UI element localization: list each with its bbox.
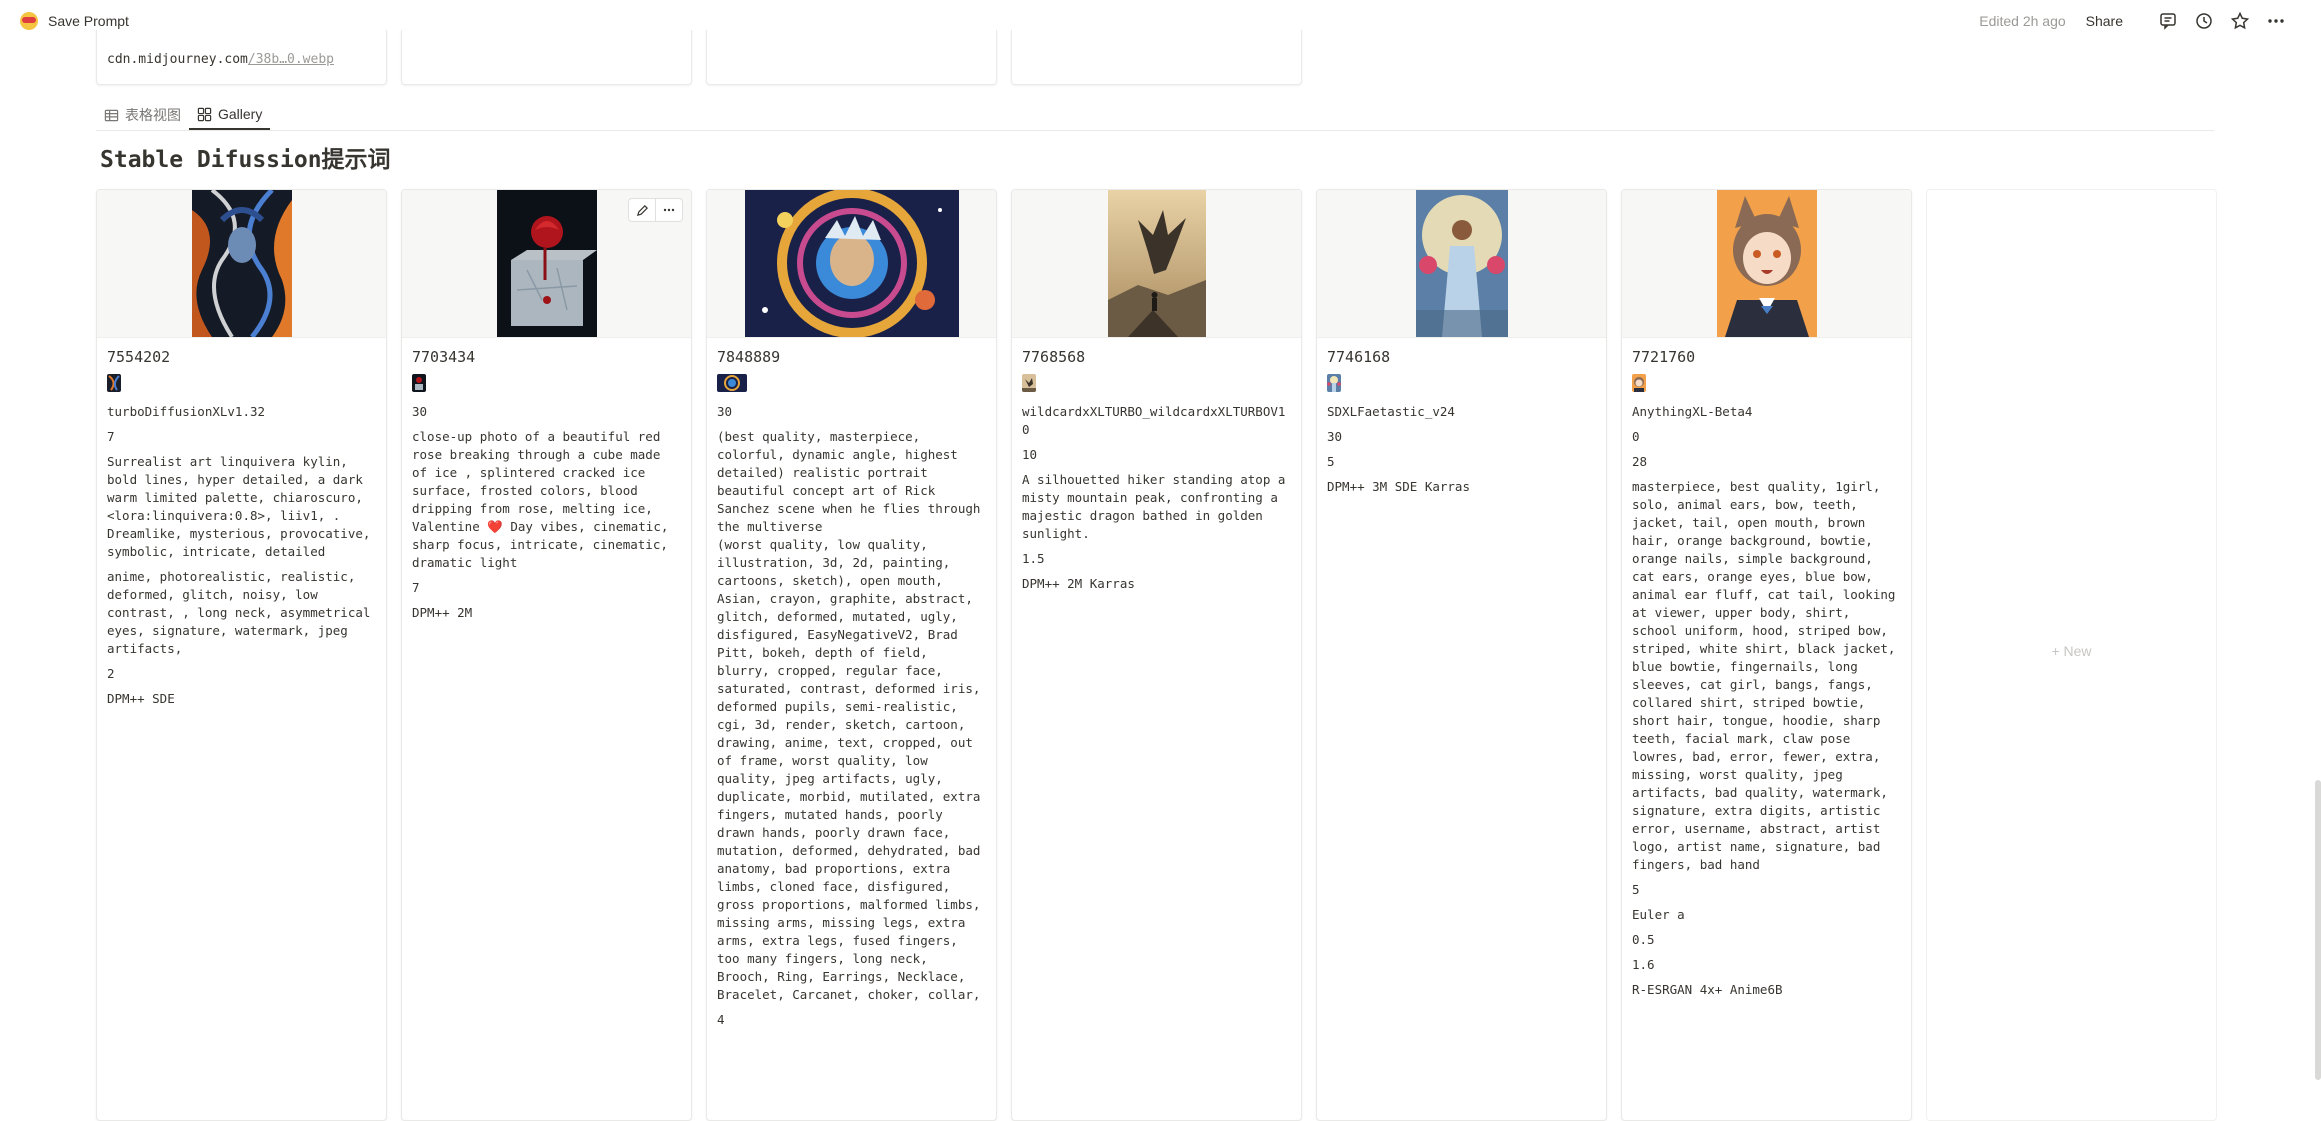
gallery-card[interactable]: 7554202 turboDiffusionXLv1.32 7 Surreali… xyxy=(96,189,387,1121)
comments-icon[interactable] xyxy=(2157,10,2179,32)
sampler-property: Euler a xyxy=(1632,907,1685,922)
model-property: wildcardxXLTURBO_wildcardxXLTURBOV10 xyxy=(1022,404,1286,437)
image-url[interactable]: cdn.midjourney.com/38b…0.webp xyxy=(107,52,334,67)
prompt-property: masterpiece, best quality, 1girl, solo, … xyxy=(1632,479,1903,746)
new-card-button[interactable]: + New xyxy=(1926,189,2217,1121)
card-cover xyxy=(1622,190,1911,338)
cover-image xyxy=(744,190,959,337)
card-title: 7721760 xyxy=(1632,348,1696,366)
page-breadcrumb[interactable]: Save Prompt xyxy=(20,12,129,30)
prompt-property: Surrealist art linquivera kylin, bold li… xyxy=(107,454,378,559)
card-cover xyxy=(1317,190,1606,338)
gallery-icon xyxy=(197,107,212,121)
cover-image xyxy=(191,190,292,337)
card-title: 7554202 xyxy=(107,348,171,366)
gallery-card[interactable]: 7768568 wildcardxXLTURBO_wildcardxXLTURB… xyxy=(1011,189,1302,1121)
vertical-scrollbar[interactable] xyxy=(2315,780,2321,1080)
steps-property: 10 xyxy=(1022,447,1038,462)
prompt-property: A silhouetted hiker standing atop a mist… xyxy=(1022,472,1293,541)
gallery-card[interactable]: 7848889 30 (best quality, masterpiece, c… xyxy=(706,189,997,1121)
steps-property: 2 xyxy=(107,666,115,681)
thumbnail-image[interactable] xyxy=(1022,374,1036,392)
model-property: SDXLFaetastic_v24 xyxy=(1327,404,1455,419)
thumbnail-image[interactable] xyxy=(412,374,426,392)
cover-image xyxy=(496,190,597,337)
cover-image xyxy=(1415,190,1508,337)
thumbnail-image[interactable] xyxy=(107,374,121,392)
cfg-property: 7 xyxy=(412,580,420,595)
cfg-property: 4 xyxy=(717,1012,725,1027)
tab-table-view[interactable]: 表格视图 xyxy=(96,100,189,130)
sampler-property: DPM++ SDE xyxy=(107,691,175,706)
card-title: 7848889 xyxy=(717,348,781,366)
edited-timestamp: Edited 2h ago xyxy=(1979,13,2066,29)
denoise-property: 0.5 xyxy=(1632,932,1655,947)
tab-label: Gallery xyxy=(218,106,263,122)
edit-pencil-icon[interactable] xyxy=(629,199,655,221)
page-emoji-icon xyxy=(20,12,38,30)
card-more-icon[interactable] xyxy=(655,199,682,221)
steps-property: 30 xyxy=(412,404,428,419)
tabs-divider xyxy=(96,130,2214,131)
sampler-property: DPM++ 2M xyxy=(412,605,473,620)
previous-gallery-card[interactable] xyxy=(401,30,692,85)
negative-prompt-property: lowres, bad, error, fewer, extra, missin… xyxy=(1632,749,1896,872)
clip-skip-property: 0 xyxy=(1632,429,1640,444)
database-title[interactable]: Stable Difussion提示词 xyxy=(100,140,391,174)
history-icon[interactable] xyxy=(2193,10,2215,32)
card-title: 7746168 xyxy=(1327,348,1391,366)
sampler-property: DPM++ 2M Karras xyxy=(1022,576,1135,591)
card-cover xyxy=(707,190,996,338)
steps-property: 28 xyxy=(1632,454,1648,469)
gallery-grid: 7554202 turboDiffusionXLv1.32 7 Surreali… xyxy=(96,189,2217,1121)
card-hover-actions xyxy=(628,198,683,222)
cover-image xyxy=(1716,190,1817,337)
card-title: 7703434 xyxy=(412,348,476,366)
card-title: 7768568 xyxy=(1022,348,1086,366)
model-property: turboDiffusionXLv1.32 xyxy=(107,404,266,419)
negative-prompt-property: anime, photorealistic, realistic, deform… xyxy=(107,569,378,656)
table-icon xyxy=(104,109,119,121)
share-button[interactable]: Share xyxy=(2086,13,2123,29)
gallery-card[interactable]: 7746168 SDXLFaetastic_v24 30 5 DPM++ 3M … xyxy=(1316,189,1607,1121)
thumbnail-image[interactable] xyxy=(1327,374,1341,392)
prompt-property: (best quality, masterpiece, colorful, dy… xyxy=(717,429,988,534)
sampler-property: DPM++ 3M SDE Karras xyxy=(1327,479,1470,494)
tab-gallery-view[interactable]: Gallery xyxy=(189,100,271,130)
cfg-property: 5 xyxy=(1632,882,1640,897)
negative-prompt-property: (worst quality, low quality, illustratio… xyxy=(717,537,988,1002)
steps-property: 30 xyxy=(1327,429,1343,444)
more-options-icon[interactable] xyxy=(2265,10,2287,32)
thumbnail-image[interactable] xyxy=(717,374,747,392)
cfg-property: 5 xyxy=(1327,454,1335,469)
cfg-property: 1.5 xyxy=(1022,551,1045,566)
previous-gallery-card[interactable] xyxy=(706,30,997,85)
cfg-property: 7 xyxy=(107,429,115,444)
prompt-property: close-up photo of a beautiful red rose b… xyxy=(412,429,676,570)
cover-image xyxy=(1107,190,1206,337)
model-property: AnythingXL-Beta4 xyxy=(1632,404,1753,419)
thumbnail-image[interactable] xyxy=(1632,374,1646,392)
card-cover xyxy=(97,190,386,338)
page-title: Save Prompt xyxy=(48,13,129,29)
previous-gallery-card[interactable] xyxy=(1011,30,1302,85)
gallery-card[interactable]: 7703434 30 close-up photo of a beautiful… xyxy=(401,189,692,1121)
upscaler-property: R-ESRGAN 4x+ Anime6B xyxy=(1632,982,1783,997)
view-tabs: 表格视图 Gallery xyxy=(96,96,271,130)
card-cover xyxy=(1012,190,1301,338)
gallery-card[interactable]: 7721760 AnythingXL-Beta4 0 28 masterpiec… xyxy=(1621,189,1912,1121)
tab-label: 表格视图 xyxy=(125,107,181,123)
steps-property: 30 xyxy=(717,404,733,419)
upscale-property: 1.6 xyxy=(1632,957,1655,972)
favorite-star-icon[interactable] xyxy=(2229,10,2251,32)
new-card-label: + New xyxy=(2051,643,2092,659)
previous-gallery-card[interactable]: cdn.midjourney.com/38b…0.webp xyxy=(96,30,387,85)
